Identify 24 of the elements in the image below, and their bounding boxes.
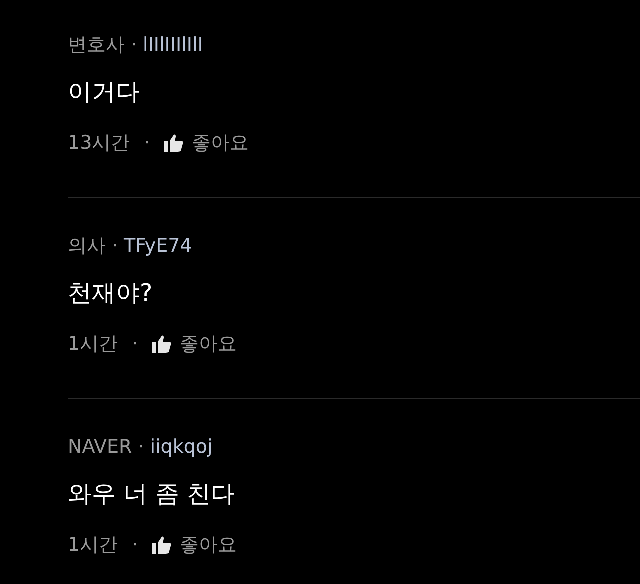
comment-text: 천재야? [68, 278, 154, 309]
user-id: TFyE74 [124, 235, 192, 257]
like-button[interactable]: 좋아요 [192, 130, 250, 156]
separator-dot: · [132, 333, 138, 355]
like-button[interactable]: 좋아요 [180, 331, 238, 357]
thumbs-up-icon[interactable] [152, 536, 172, 554]
comment-time: 1시간 [68, 533, 118, 558]
separator-dot: · [132, 534, 138, 556]
author-name: 의사 [68, 234, 106, 259]
author-name: 변호사 [68, 33, 125, 58]
user-id: iiqkqoj [150, 436, 213, 458]
user-id: lIIlIIIlIlI [143, 34, 204, 56]
comment-text: 이거다 [68, 77, 141, 108]
thumbs-up-icon[interactable] [164, 134, 184, 152]
separator-dot: · [138, 436, 144, 458]
like-button[interactable]: 좋아요 [180, 532, 238, 558]
separator-dot: · [131, 34, 138, 56]
comment-time: 1시간 [68, 332, 118, 357]
comment-text: 와우 너 좀 친다 [68, 479, 236, 510]
separator-dot: · [144, 132, 150, 154]
author-name: NAVER [68, 436, 132, 458]
separator-dot: · [112, 235, 118, 257]
comment-time: 13시간 [68, 131, 130, 156]
thumbs-up-icon[interactable] [152, 335, 172, 353]
